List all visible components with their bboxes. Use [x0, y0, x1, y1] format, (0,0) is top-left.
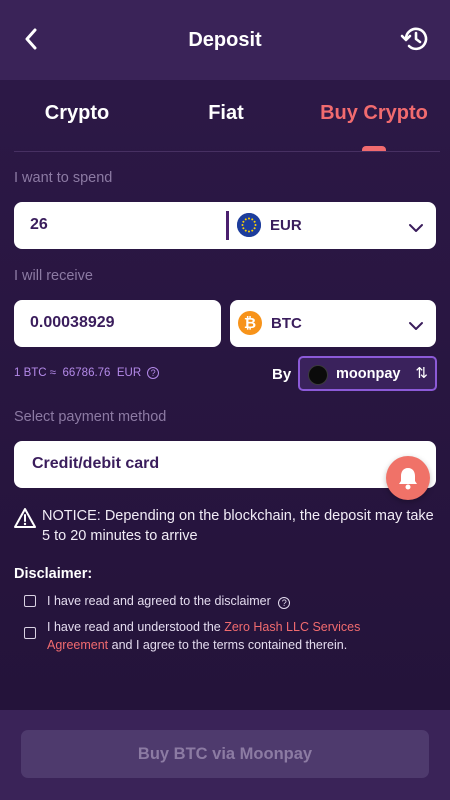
disclaimer-item-2-prefix: I have read and understood the [47, 620, 225, 634]
swap-icon[interactable]: ⇅ [415, 364, 428, 382]
disclaimer-checkbox-row-2: I have read and understood the Zero Hash… [24, 618, 407, 654]
footer-bar: Buy BTC via Moonpay [0, 710, 450, 800]
receive-amount[interactable]: 0.00038929 [30, 314, 115, 332]
disclaimer-item-1: I have read and agreed to the disclaimer [47, 594, 271, 608]
payment-method-select[interactable]: Credit/debit card [14, 441, 436, 488]
back-arrow-icon[interactable] [18, 26, 44, 52]
spend-currency: EUR [270, 217, 302, 234]
info-icon[interactable]: ? [278, 597, 291, 609]
page-title: Deposit [188, 28, 262, 51]
info-icon[interactable]: ? [147, 367, 160, 379]
history-icon[interactable] [400, 24, 430, 54]
buy-button[interactable]: Buy BTC via Moonpay [21, 730, 429, 778]
tab-buy-crypto[interactable]: Buy Crypto [310, 102, 438, 125]
payment-method-label: Select payment method [14, 409, 167, 425]
warning-icon [14, 507, 36, 529]
deposit-form: Crypto Fiat Buy Crypto I want to spend 2… [0, 80, 450, 710]
receive-field[interactable]: 0.00038929 [14, 300, 221, 347]
provider-by-label: By [272, 366, 292, 383]
bitcoin-icon: ₿ [238, 311, 262, 335]
moonpay-logo-icon [308, 365, 328, 385]
chevron-down-icon[interactable] [408, 220, 424, 232]
eu-flag-icon [237, 213, 261, 237]
bell-icon[interactable] [386, 456, 430, 500]
deposit-notice: NOTICE: Depending on the blockchain, the… [14, 506, 434, 546]
tab-fiat[interactable]: Fiat [180, 102, 272, 125]
app-header: Deposit [0, 0, 450, 80]
receive-label: I will receive [14, 268, 93, 284]
chevron-down-icon[interactable] [408, 318, 424, 330]
services-agreement-checkbox[interactable] [24, 627, 36, 639]
receive-currency: BTC [271, 315, 302, 332]
spend-amount-input[interactable]: 26 [30, 216, 48, 234]
tab-bar: Crypto Fiat Buy Crypto [0, 80, 450, 152]
spend-label: I want to spend [14, 170, 113, 186]
tab-crypto[interactable]: Crypto [20, 102, 134, 125]
disclaimer-title: Disclaimer: [14, 566, 93, 582]
receive-currency-select[interactable]: ₿ BTC [230, 300, 436, 347]
provider-name: moonpay [336, 366, 401, 382]
exchange-rate: 1 BTC ≈ 66786.76 EUR ? [14, 367, 160, 379]
notice-text: NOTICE: Depending on the blockchain, the… [42, 508, 434, 544]
disclaimer-item-2-suffix: and I agree to the terms contained there… [108, 638, 348, 652]
disclaimer-checkbox[interactable] [24, 595, 36, 607]
tab-divider [14, 151, 440, 152]
spend-field[interactable]: 26 EUR [14, 202, 436, 249]
exchange-rate-text: 1 BTC ≈ 66786.76 EUR [14, 367, 142, 379]
field-separator [226, 211, 229, 240]
disclaimer-checkbox-row-1: I have read and agreed to the disclaimer… [24, 592, 291, 610]
payment-method-value: Credit/debit card [32, 455, 160, 472]
provider-selector[interactable]: moonpay ⇅ [298, 356, 437, 391]
